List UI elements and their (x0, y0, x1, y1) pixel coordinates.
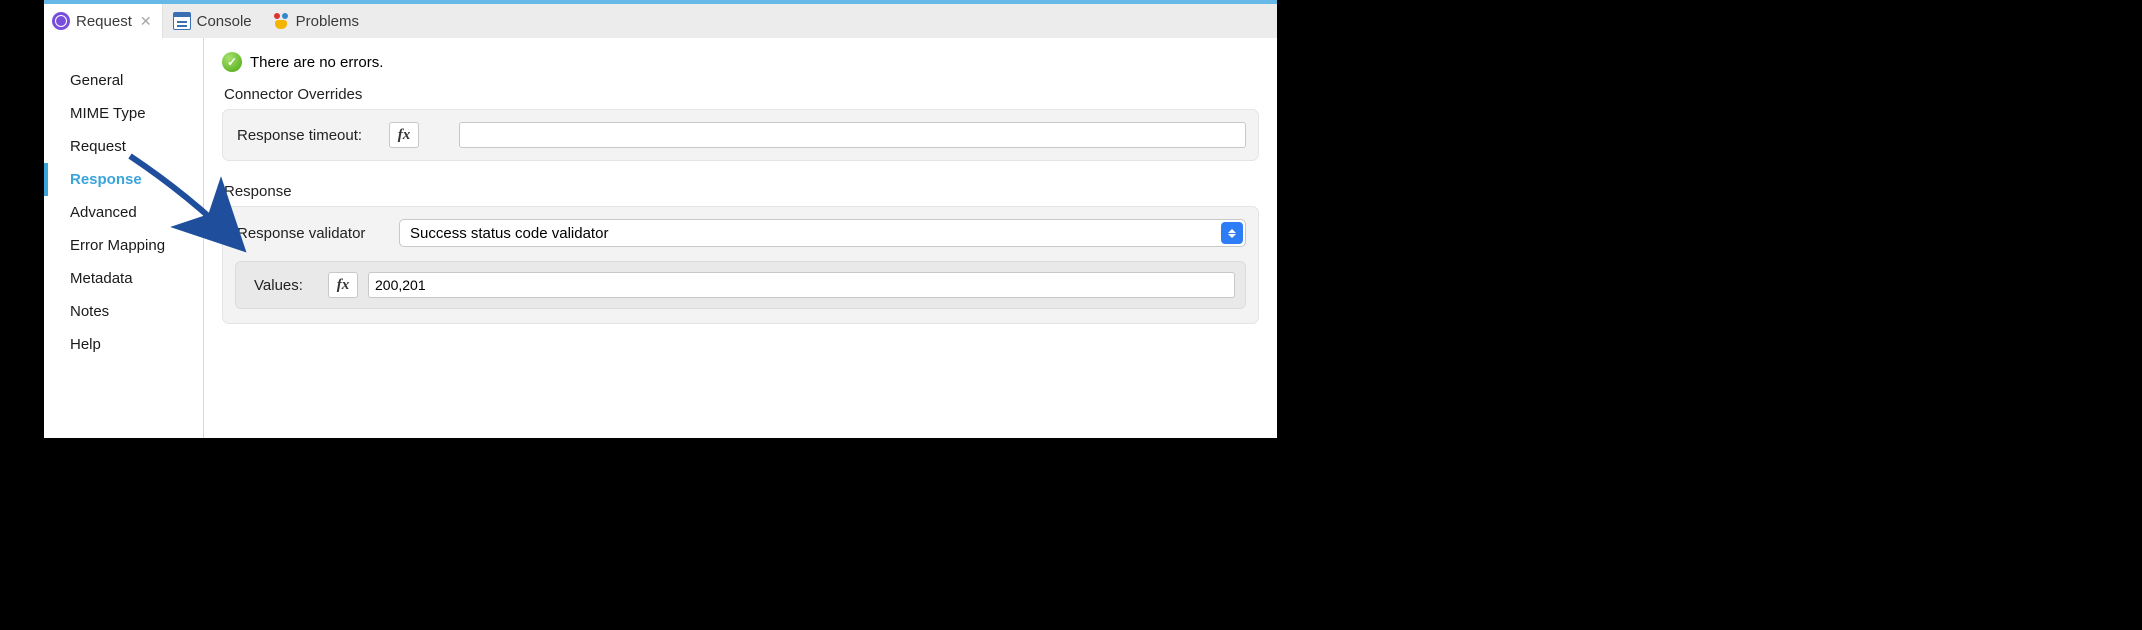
connector-overrides-panel: Response timeout: fx (222, 109, 1259, 161)
response-validator-row: Response validator Success status code v… (235, 219, 1246, 247)
section-title-response: Response (222, 179, 1259, 206)
status-message: There are no errors. (250, 54, 383, 71)
chevron-updown-icon (1221, 222, 1243, 244)
tab-bar: Request ✕ Console Problems (44, 0, 1277, 38)
sidebar-item-general[interactable]: General (44, 64, 203, 97)
sidebar-item-response[interactable]: Response (44, 163, 203, 196)
response-validator-select-wrap: Success status code validator (399, 219, 1246, 247)
sidebar-item-label: Metadata (70, 270, 133, 287)
values-label: Values: (246, 277, 318, 294)
main-panel: ✓ There are no errors. Connector Overrid… (204, 38, 1277, 438)
content: General MIME Type Request Response Advan… (44, 38, 1277, 438)
sidebar-item-label: Advanced (70, 204, 137, 221)
tab-console[interactable]: Console (163, 4, 262, 38)
sidebar-item-request[interactable]: Request (44, 130, 203, 163)
validator-values-panel: Values: fx (235, 261, 1246, 309)
select-value: Success status code validator (410, 225, 608, 242)
close-icon[interactable]: ✕ (140, 13, 152, 30)
fx-button[interactable]: fx (389, 122, 419, 148)
section-title-overrides: Connector Overrides (222, 82, 1259, 109)
sidebar-item-metadata[interactable]: Metadata (44, 262, 203, 295)
sidebar: General MIME Type Request Response Advan… (44, 38, 204, 438)
sidebar-item-help[interactable]: Help (44, 328, 203, 361)
status-row: ✓ There are no errors. (222, 48, 1259, 82)
tab-request[interactable]: Request ✕ (44, 4, 163, 38)
response-timeout-row: Response timeout: fx (235, 122, 1246, 148)
check-icon: ✓ (222, 52, 242, 72)
tab-label: Problems (296, 13, 359, 30)
console-icon (173, 12, 191, 30)
sidebar-item-mime-type[interactable]: MIME Type (44, 97, 203, 130)
fx-button[interactable]: fx (328, 272, 358, 298)
response-validator-label: Response validator (235, 225, 389, 242)
response-timeout-label: Response timeout: (235, 127, 379, 144)
sidebar-item-label: General (70, 72, 123, 89)
values-row: Values: fx (246, 272, 1235, 298)
sidebar-item-label: Request (70, 138, 126, 155)
response-timeout-input[interactable] (459, 122, 1246, 148)
sidebar-item-label: Response (70, 171, 142, 188)
tab-problems[interactable]: Problems (262, 4, 369, 38)
tab-label: Console (197, 13, 252, 30)
sidebar-item-label: Notes (70, 303, 109, 320)
tab-label: Request (76, 13, 132, 30)
values-input[interactable] (368, 272, 1235, 298)
sidebar-item-label: MIME Type (70, 105, 146, 122)
sidebar-item-label: Error Mapping (70, 237, 165, 254)
app-window: Request ✕ Console Problems General MIME … (44, 0, 1277, 438)
sidebar-item-advanced[interactable]: Advanced (44, 196, 203, 229)
sidebar-item-notes[interactable]: Notes (44, 295, 203, 328)
response-panel: Response validator Success status code v… (222, 206, 1259, 324)
problems-icon (272, 12, 290, 30)
sidebar-item-error-mapping[interactable]: Error Mapping (44, 229, 203, 262)
request-icon (52, 12, 70, 30)
sidebar-item-label: Help (70, 336, 101, 353)
response-validator-select[interactable]: Success status code validator (399, 219, 1246, 247)
